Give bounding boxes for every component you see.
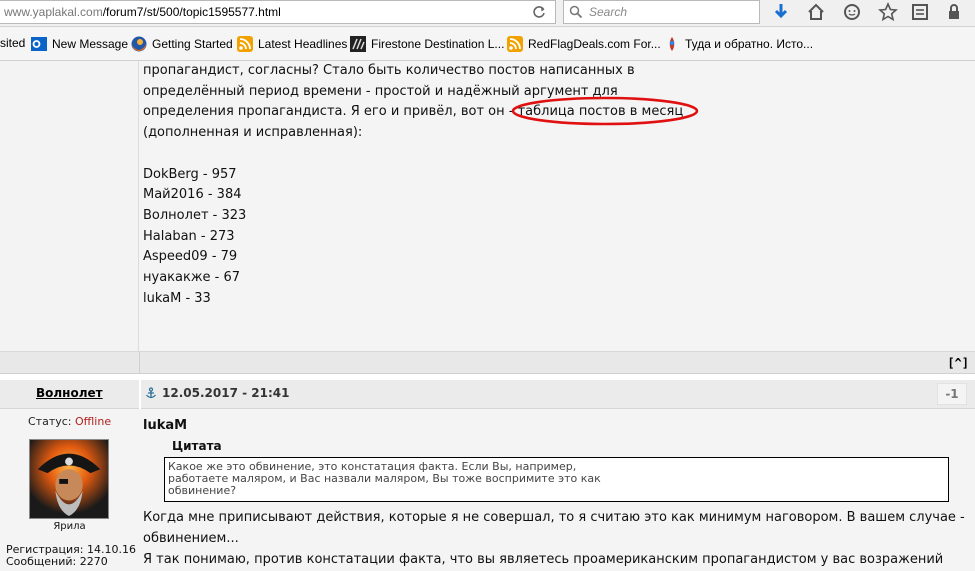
reply-text: Когда мне приписывают действия, которые … bbox=[143, 507, 973, 570]
bookmark-firestone[interactable]: Firestone Destination L... bbox=[350, 36, 504, 52]
post2-author-column: Статус: Offline Ярила Регистрация: 14.10… bbox=[0, 410, 139, 571]
url-host: www.yaplakal.com bbox=[4, 5, 103, 19]
post2-header: Волнолет 12.05.2017 - 21:41 -1 bbox=[0, 380, 975, 409]
bookmark-latest-headlines[interactable]: Latest Headlines bbox=[237, 36, 347, 52]
lock-icon[interactable] bbox=[944, 2, 964, 22]
stats-row: Aspeed09 - 79 bbox=[143, 249, 238, 265]
reply-line: Когда мне приписывают действия, которые … bbox=[143, 510, 965, 525]
forum-page: пропагандист, согласны? Стало быть колич… bbox=[0, 61, 975, 571]
post-count: Сообщений: 2270 bbox=[6, 555, 108, 568]
quote-title: Цитата bbox=[172, 439, 222, 453]
status-label: Статус: bbox=[28, 415, 72, 428]
home-icon[interactable] bbox=[806, 2, 826, 22]
post1-footer-bar: [^] bbox=[0, 351, 975, 375]
bookmark-label: sited bbox=[0, 36, 26, 50]
post1-text-line: (дополненная и исправленная): bbox=[143, 125, 363, 141]
bookmark-new-message[interactable]: New Message bbox=[31, 36, 128, 52]
url-text: www.yaplakal.com/forum7/st/500/topic1595… bbox=[4, 5, 281, 19]
bookmark-label: New Message bbox=[52, 37, 129, 51]
quote-line: обвинение? bbox=[168, 484, 237, 497]
rss-icon bbox=[507, 36, 523, 52]
bookmark-redflagdeals[interactable]: RedFlagDeals.com For... bbox=[507, 36, 661, 52]
post-author-link[interactable]: Волнолет bbox=[36, 386, 103, 400]
user-rank: Ярила bbox=[53, 521, 86, 532]
reply-line: обвинением... bbox=[143, 531, 239, 546]
star-icon[interactable] bbox=[878, 2, 898, 22]
stats-row: нуакакже - 67 bbox=[143, 270, 241, 286]
quoted-user: lukaM bbox=[143, 418, 188, 433]
bookmark-label: Getting Started bbox=[152, 37, 233, 51]
stats-row: Май2016 - 384 bbox=[143, 187, 242, 203]
download-icon[interactable] bbox=[771, 2, 791, 22]
chat-icon[interactable] bbox=[842, 2, 862, 22]
bookmark-label: RedFlagDeals.com For... bbox=[528, 37, 661, 51]
rss-icon bbox=[237, 36, 253, 52]
firefox-icon bbox=[131, 36, 147, 52]
post1-author-column bbox=[0, 61, 139, 351]
stats-row: Halaban - 273 bbox=[143, 228, 235, 244]
bookmark-sited[interactable]: sited bbox=[0, 36, 25, 50]
search-placeholder: Search bbox=[589, 5, 628, 19]
bookmark-label: Firestone Destination L... bbox=[371, 37, 505, 51]
scroll-top-button[interactable]: [^] bbox=[947, 356, 969, 370]
anchor-icon[interactable] bbox=[145, 387, 157, 399]
red-ellipse-annotation bbox=[511, 96, 699, 126]
outlook-icon bbox=[31, 37, 47, 51]
bookmark-getting-started[interactable]: Getting Started bbox=[131, 36, 233, 52]
browser-toolbar: www.yaplakal.com/forum7/st/500/topic1595… bbox=[0, 0, 975, 27]
url-bar[interactable]: www.yaplakal.com/forum7/st/500/topic1595… bbox=[0, 0, 556, 24]
reply-line: Я так понимаю, против констатации факта,… bbox=[143, 552, 944, 567]
stats-row: Волнолет - 323 bbox=[143, 207, 247, 223]
site-icon bbox=[669, 37, 675, 51]
bookmarks-bar: sited New Message Getting Started Latest… bbox=[0, 27, 975, 61]
post-date-text: 12.05.2017 - 21:41 bbox=[162, 386, 290, 400]
bookmark-tuda-i-obratno[interactable]: Туда и обратно. Исто... bbox=[664, 36, 813, 52]
bookmark-label: Latest Headlines bbox=[258, 37, 348, 51]
bookmarks-list-icon[interactable] bbox=[910, 2, 930, 22]
stats-row: DokBerg - 957 bbox=[143, 166, 237, 182]
status-value: Offline bbox=[75, 415, 112, 428]
user-status: Статус: Offline bbox=[28, 415, 111, 428]
stats-row: lukaM - 33 bbox=[143, 290, 211, 306]
firestone-icon bbox=[350, 36, 366, 52]
search-icon bbox=[569, 5, 583, 19]
reload-icon[interactable] bbox=[531, 4, 547, 20]
post-rating[interactable]: -1 bbox=[937, 383, 967, 405]
url-path: /forum7/st/500/topic1595577.html bbox=[102, 5, 281, 19]
quote-box: Какое же это обвинение, это констатация … bbox=[164, 457, 949, 502]
post-date: 12.05.2017 - 21:41 bbox=[145, 386, 289, 400]
bookmark-label: Туда и обратно. Исто... bbox=[685, 37, 814, 51]
search-input[interactable]: Search bbox=[563, 0, 760, 24]
quote-line: работаете маляром, и Вас назвали маляром… bbox=[168, 472, 601, 485]
post1-text-line: пропагандист, согласны? Стало быть колич… bbox=[143, 63, 635, 78]
avatar[interactable] bbox=[29, 439, 109, 519]
user-stats: Регистрация: 14.10.16 Сообщений: 2270 bbox=[6, 544, 136, 568]
